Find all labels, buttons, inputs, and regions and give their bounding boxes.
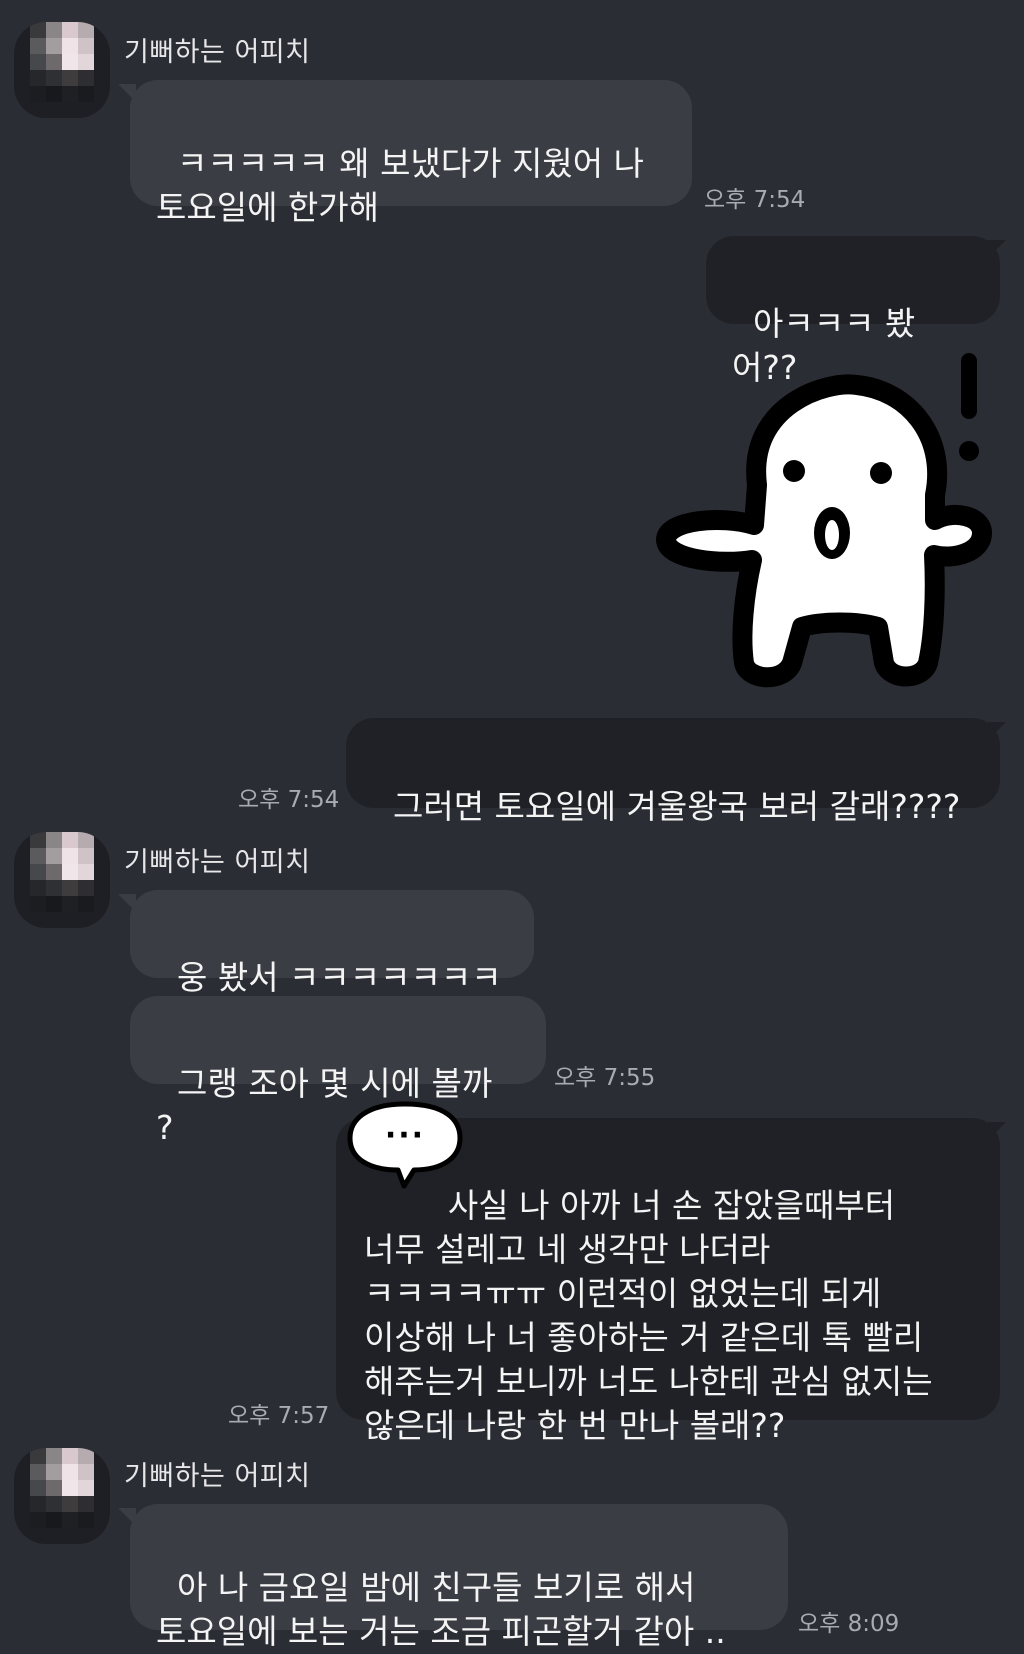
message-timestamp: 오후 7:55 <box>554 1065 656 1091</box>
surprised-character-sticker[interactable] <box>652 345 992 695</box>
sender-name: 기뻐하는 어피치 <box>124 37 311 68</box>
incoming-message-bubble[interactable]: ㅋㅋㅋㅋㅋ 왜 보냈다가 지웠어 나 토요일에 한가해 <box>130 80 692 227</box>
typing-dots: ··· <box>384 1118 426 1153</box>
message-text: 사실 나 아까 너 손 잡았을때부터 너무 설레고 네 생각만 나더라 ㅋㅋㅋㅋ… <box>364 1186 933 1445</box>
message-text: ㅋㅋㅋㅋㅋ 왜 보냈다가 지웠어 나 토요일에 한가해 <box>156 144 644 227</box>
incoming-message-bubble[interactable]: 그랭 조아 몇 시에 볼까 ? <box>130 996 546 1147</box>
message-text: 그러면 토요일에 겨울왕국 보러 갈래???? <box>392 787 961 826</box>
sticker-image <box>656 353 992 688</box>
avatar[interactable] <box>14 1448 110 1544</box>
avatar[interactable] <box>14 22 110 118</box>
avatar[interactable] <box>14 832 110 928</box>
message-timestamp: 오후 7:54 <box>704 187 806 213</box>
outgoing-message-bubble[interactable]: 아ㅋㅋㅋ 봤어?? <box>706 236 1000 387</box>
sender-name: 기뻐하는 어피치 <box>124 847 311 878</box>
typing-indicator-sticker: ··· <box>346 1098 464 1190</box>
incoming-message-bubble[interactable]: 아 나 금요일 밤에 친구들 보기로 해서 토요일에 보는 거는 조금 피곤할거… <box>130 1504 788 1651</box>
message-text: 웅 봤서 ㅋㅋㅋㅋㅋㅋㅋ <box>176 958 502 997</box>
message-timestamp: 오후 7:57 <box>228 1403 330 1429</box>
message-timestamp: 오후 7:54 <box>238 787 340 813</box>
message-text: 아 나 금요일 밤에 친구들 보기로 해서 토요일에 보는 거는 조금 피곤할거… <box>156 1568 726 1651</box>
sender-name: 기뻐하는 어피치 <box>124 1461 311 1492</box>
message-timestamp: 오후 8:09 <box>798 1611 900 1637</box>
outgoing-message-bubble[interactable]: 그러면 토요일에 겨울왕국 보러 갈래???? <box>346 718 1000 826</box>
incoming-message-bubble[interactable]: 웅 봤서 ㅋㅋㅋㅋㅋㅋㅋ <box>130 890 534 997</box>
